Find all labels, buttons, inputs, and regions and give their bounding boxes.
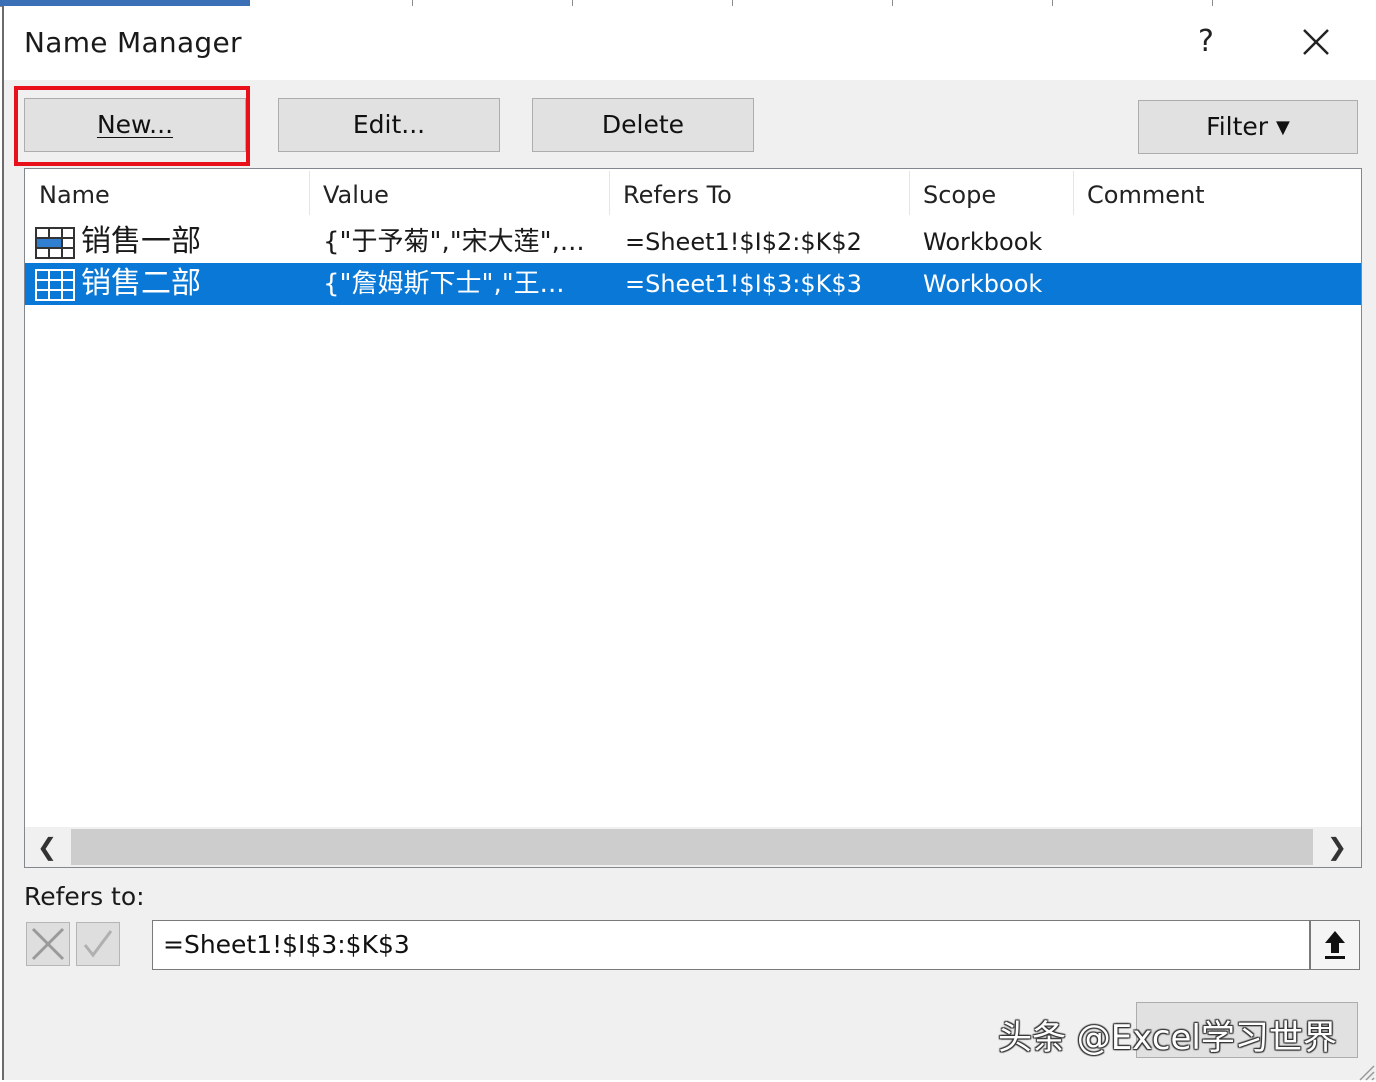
row-name: 销售一部	[81, 224, 201, 259]
row-refers-to: =Sheet1!$I$2:$K$2	[625, 228, 862, 256]
column-separator[interactable]	[309, 171, 310, 215]
refers-to-input[interactable]: =Sheet1!$I$3:$K$3	[152, 920, 1310, 970]
horizontal-scrollbar[interactable]: ❮ ❯	[25, 827, 1361, 867]
column-separator[interactable]	[1073, 171, 1074, 215]
row-refers-to: =Sheet1!$I$3:$K$3	[625, 270, 862, 298]
row-value: {"詹姆斯下士","王...	[323, 269, 565, 299]
delete-button[interactable]: Delete	[532, 98, 754, 152]
collapse-dialog-icon[interactable]	[1310, 920, 1360, 970]
edit-button[interactable]: Edit...	[278, 98, 500, 152]
refers-to-label: Refers to:	[24, 882, 145, 911]
scroll-right-icon[interactable]: ❯	[1317, 827, 1357, 867]
name-manager-dialog: Name Manager ? New... Edit... Delete Fil…	[2, 6, 1376, 1082]
dropdown-arrow-icon: ▼	[1276, 117, 1290, 138]
help-button[interactable]: ?	[1184, 20, 1228, 64]
commit-edit-icon[interactable]	[76, 922, 120, 966]
highlight-box	[14, 86, 250, 166]
scrollbar-thumb[interactable]	[71, 829, 1313, 865]
row-name: 销售二部	[81, 266, 201, 301]
names-list[interactable]: Name Value Refers To Scope Comment 销售一部 …	[24, 168, 1362, 868]
delete-button-label: Delete	[601, 110, 685, 139]
column-header-name[interactable]: Name	[39, 181, 110, 209]
table-row[interactable]: 销售一部 {"于予菊","宋大莲",... =Sheet1!$I$2:$K$2 …	[25, 221, 1361, 263]
filter-button[interactable]: Filter ▼	[1138, 100, 1358, 154]
column-header-scope[interactable]: Scope	[923, 181, 996, 209]
column-separator[interactable]	[609, 171, 610, 215]
filter-button-label: Filter	[1206, 112, 1269, 141]
column-header-comment[interactable]: Comment	[1087, 181, 1205, 209]
row-value: {"于予菊","宋大莲",...	[323, 227, 585, 257]
scroll-left-icon[interactable]: ❮	[27, 827, 67, 867]
column-separator[interactable]	[909, 171, 910, 215]
edit-button-label: Edit...	[352, 110, 426, 139]
dialog-title: Name Manager	[24, 26, 242, 59]
title-bar: Name Manager ?	[4, 6, 1376, 80]
close-icon[interactable]	[1294, 20, 1338, 64]
row-scope: Workbook	[923, 270, 1043, 298]
table-row-selected[interactable]: 销售二部 {"詹姆斯下士","王... =Sheet1!$I$3:$K$3 Wo…	[25, 263, 1361, 305]
watermark-text: 头条 @Excel学习世界	[998, 1018, 1337, 1058]
list-header: Name Value Refers To Scope Comment	[25, 169, 1361, 219]
cancel-edit-icon[interactable]	[26, 922, 70, 966]
column-header-value[interactable]: Value	[323, 181, 389, 209]
column-header-refers-to[interactable]: Refers To	[623, 181, 732, 209]
row-scope: Workbook	[923, 228, 1043, 256]
named-range-table-icon	[35, 269, 75, 301]
resize-grip-icon[interactable]	[1354, 1060, 1376, 1082]
named-range-table-icon	[35, 227, 75, 259]
